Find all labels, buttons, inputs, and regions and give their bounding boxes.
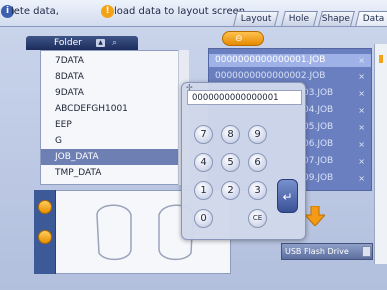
job-list-action-button[interactable]: ⊖ bbox=[222, 31, 264, 46]
delete-mark-icon[interactable]: × bbox=[358, 54, 365, 67]
folder-item[interactable]: G bbox=[41, 133, 188, 149]
delete-mark-icon[interactable]: × bbox=[358, 121, 365, 134]
preview-side-tab bbox=[34, 190, 56, 274]
key-1[interactable]: 1 bbox=[194, 181, 213, 200]
folder-title: Folder bbox=[54, 38, 82, 48]
usb-label: USB Flash Drive bbox=[285, 247, 349, 256]
key-4[interactable]: 4 bbox=[194, 153, 213, 172]
folder-item[interactable]: 8DATA bbox=[41, 69, 188, 85]
key-clear[interactable]: CE bbox=[248, 209, 267, 228]
instruction-delete-text: lete data, bbox=[11, 6, 59, 17]
folder-header: Folder ▲ ⌕ bbox=[26, 36, 138, 50]
delete-mark-icon[interactable]: × bbox=[358, 138, 365, 151]
enter-key-icon[interactable]: ↵ bbox=[277, 179, 298, 213]
key-2[interactable]: 2 bbox=[221, 181, 240, 200]
delete-mark-icon[interactable]: × bbox=[358, 104, 365, 117]
folder-item[interactable]: ABCDEFGH1001 bbox=[41, 101, 188, 117]
delete-mark-icon[interactable]: × bbox=[358, 155, 365, 168]
folder-item[interactable]: 9DATA bbox=[41, 85, 188, 101]
key-0[interactable]: 0 bbox=[194, 209, 213, 228]
delete-mark-icon[interactable]: × bbox=[358, 70, 365, 83]
usb-drive-icon[interactable] bbox=[362, 246, 371, 257]
folder-item-selected[interactable]: JOB_DATA bbox=[41, 149, 188, 165]
delete-mark-icon[interactable]: × bbox=[358, 87, 365, 100]
delete-mark-icon[interactable]: × bbox=[358, 172, 365, 185]
settings-icon[interactable] bbox=[38, 230, 52, 244]
folder-item[interactable]: TMP_DATA bbox=[41, 165, 188, 181]
usb-flash-drive-target[interactable]: USB Flash Drive bbox=[281, 243, 373, 260]
edit-icon[interactable] bbox=[38, 200, 52, 214]
keypad-display[interactable]: 0000000000000001 bbox=[187, 90, 302, 105]
tab-hole[interactable]: Hole bbox=[281, 11, 318, 26]
down-arrow-icon bbox=[305, 206, 325, 226]
folder-search-icon[interactable]: ⌕ bbox=[112, 37, 117, 49]
instruction-load-text: load data to layout screen bbox=[114, 6, 246, 17]
tab-shape[interactable]: Shape bbox=[318, 11, 355, 26]
tab-layout[interactable]: Layout bbox=[233, 11, 279, 26]
right-side-strip bbox=[374, 44, 387, 264]
key-8[interactable]: 8 bbox=[221, 125, 240, 144]
folder-list: 7DATA 8DATA 9DATA ABCDEFGH1001 EEP G JOB… bbox=[40, 50, 189, 185]
key-3[interactable]: 3 bbox=[248, 181, 267, 200]
key-icon: ⊖ bbox=[235, 34, 243, 44]
load-info-icon: ! bbox=[101, 5, 114, 18]
folder-item[interactable]: EEP bbox=[41, 117, 188, 133]
key-9[interactable]: 9 bbox=[248, 125, 267, 144]
numeric-keypad-popup: ✢ 0000000000000001 7 8 9 4 5 6 1 2 3 0 C… bbox=[181, 82, 306, 240]
tab-data[interactable]: Data bbox=[355, 11, 387, 26]
key-7[interactable]: 7 bbox=[194, 125, 213, 144]
key-6[interactable]: 6 bbox=[248, 153, 267, 172]
folder-up-icon[interactable]: ▲ bbox=[96, 39, 105, 47]
key-5[interactable]: 5 bbox=[221, 153, 240, 172]
right-strip-marker bbox=[379, 55, 383, 63]
job-list-item-selected[interactable]: 0000000000000001.JOB × bbox=[209, 54, 371, 67]
folder-item[interactable]: 7DATA bbox=[41, 53, 188, 69]
